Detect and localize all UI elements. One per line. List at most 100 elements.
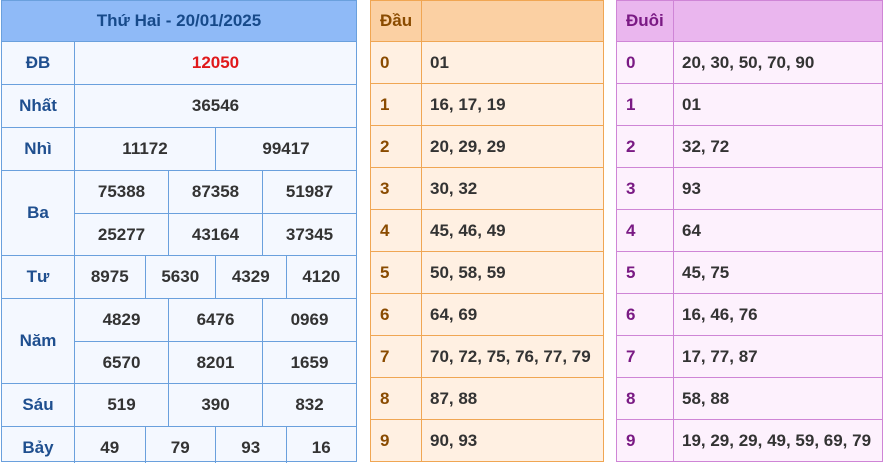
dau-numbers: 30, 32	[430, 178, 478, 198]
prize-values: 11172 99417	[75, 128, 356, 170]
dau-digit: 9	[371, 420, 422, 462]
dau-row: 1 16, 17, 19	[371, 84, 603, 126]
prize-number: 6570	[75, 342, 169, 383]
dau-rows: 0 01 1 16, 17, 19 2 20, 29, 29 3 30, 32 4 45, 46,…	[371, 42, 603, 462]
duoi-numbers: 58, 88	[682, 388, 730, 408]
prize-values: 12050	[75, 42, 356, 84]
duoi-numbers: 93	[682, 178, 701, 198]
duoi-digit: 4	[617, 210, 674, 251]
prize-row: Nhì 11172 99417	[2, 128, 356, 171]
prize-line: 36546	[75, 85, 356, 127]
prize-number: 5630	[146, 256, 216, 298]
dau-row: 9 90, 93	[371, 420, 603, 462]
duoi-row: 8 58, 88	[617, 378, 882, 420]
dau-digit: 2	[371, 126, 422, 167]
dau-digit: 4	[371, 210, 422, 251]
prize-number: 4329	[216, 256, 287, 298]
duoi-digit: 1	[617, 84, 674, 125]
duoi-title: Đuôi	[617, 1, 674, 41]
duoi-numbers: 32, 72	[682, 136, 730, 156]
dau-row: 6 64, 69	[371, 294, 603, 336]
prize-line: 25277 43164 37345	[75, 213, 356, 255]
dau-row: 7 70, 72, 75, 76, 77, 79	[371, 336, 603, 378]
prize-number: 75388	[75, 171, 169, 213]
prize-number: 99417	[262, 139, 310, 158]
dau-header: Đầu	[371, 1, 603, 42]
dau-row: 8 87, 88	[371, 378, 603, 420]
duoi-row: 5 45, 75	[617, 252, 882, 294]
prize-label: ĐB	[2, 42, 75, 84]
duoi-table: Đuôi 0 20, 30, 50, 70, 90 1 01 2 32, 72 3 93 4 64…	[616, 0, 883, 462]
results-date-title: Thứ Hai - 20/01/2025	[2, 1, 356, 42]
duoi-row: 9 19, 29, 29, 49, 59, 69, 79	[617, 420, 882, 462]
duoi-digit: 9	[617, 420, 674, 462]
prize-row: Bảy 49 79 93 16	[2, 427, 356, 463]
dau-numbers: 45, 46, 49	[430, 220, 506, 240]
prize-number: 87358	[169, 171, 263, 213]
prize-label: Sáu	[2, 384, 75, 426]
special-prize-number: 12050	[191, 53, 240, 72]
prize-number: 832	[295, 395, 324, 414]
prize-number: 25277	[75, 214, 169, 255]
dau-digit: 6	[371, 294, 422, 335]
prize-number: 4829	[75, 299, 169, 341]
dau-numbers: 87, 88	[430, 388, 478, 408]
prize-number: 37345	[285, 224, 334, 244]
dau-numbers: 70, 72, 75, 76, 77, 79	[430, 346, 591, 366]
duoi-header: Đuôi	[617, 1, 882, 42]
dau-digit: 7	[371, 336, 422, 377]
prize-label: Ba	[2, 171, 75, 255]
prize-label: Bảy	[2, 427, 75, 463]
prize-number: 8201	[169, 342, 263, 383]
dau-digit: 8	[371, 378, 422, 419]
prize-line: 8975 5630 4329 4120	[75, 256, 356, 298]
prize-number: 51987	[285, 182, 334, 201]
duoi-numbers: 17, 77, 87	[682, 346, 758, 366]
prize-row: Sáu 519 390 832	[2, 384, 356, 427]
duoi-digit: 8	[617, 378, 674, 419]
duoi-row: 1 01	[617, 84, 882, 126]
prize-number: 8975	[75, 256, 146, 298]
dau-numbers: 16, 17, 19	[430, 94, 506, 114]
dau-row: 4 45, 46, 49	[371, 210, 603, 252]
prize-row: Ba 75388 87358 51987 25277 43164 37345	[2, 171, 356, 256]
prize-number: 6476	[169, 299, 263, 341]
duoi-digit: 2	[617, 126, 674, 167]
dau-digit: 5	[371, 252, 422, 293]
prize-values: 36546	[75, 85, 356, 127]
prize-line: 4829 6476 0969	[75, 299, 356, 341]
dau-digit: 1	[371, 84, 422, 125]
prize-line: 75388 87358 51987	[75, 171, 356, 213]
prize-row: Nhất 36546	[2, 85, 356, 128]
prize-label: Nhì	[2, 128, 75, 170]
duoi-digit: 0	[617, 42, 674, 83]
duoi-row: 3 93	[617, 168, 882, 210]
prize-line: 49 79 93 16	[75, 427, 356, 463]
dau-title: Đầu	[371, 1, 422, 41]
prize-values: 519 390 832	[75, 384, 356, 426]
dau-digit: 3	[371, 168, 422, 209]
results-table: Thứ Hai - 20/01/2025 ĐB 12050 Nhất 36546 Nhì…	[1, 0, 357, 463]
prize-label: Năm	[2, 299, 75, 383]
duoi-row: 0 20, 30, 50, 70, 90	[617, 42, 882, 84]
duoi-numbers: 45, 75	[682, 262, 730, 282]
prize-values: 75388 87358 51987 25277 43164 37345	[75, 171, 356, 255]
prize-number: 390	[169, 384, 263, 426]
prize-number: 4120	[302, 267, 341, 286]
prize-line: 519 390 832	[75, 384, 356, 426]
prize-values: 4829 6476 0969 6570 8201 1659	[75, 299, 356, 383]
dau-numbers: 20, 29, 29	[430, 136, 506, 156]
prize-number: 1659	[290, 352, 329, 372]
prize-number: 0969	[290, 310, 329, 329]
prize-rows: ĐB 12050 Nhất 36546 Nhì 11172 99417 Ba 75388 8735…	[2, 42, 356, 463]
prize-number: 16	[311, 438, 331, 457]
dau-row: 0 01	[371, 42, 603, 84]
prize-number: 49	[75, 427, 146, 463]
duoi-digit: 3	[617, 168, 674, 209]
duoi-digit: 6	[617, 294, 674, 335]
duoi-digit: 7	[617, 336, 674, 377]
prize-label: Nhất	[2, 85, 75, 127]
duoi-rows: 0 20, 30, 50, 70, 90 1 01 2 32, 72 3 93 4 64 5 45, …	[617, 42, 882, 462]
dau-numbers: 01	[430, 52, 449, 72]
dau-numbers: 64, 69	[430, 304, 478, 324]
